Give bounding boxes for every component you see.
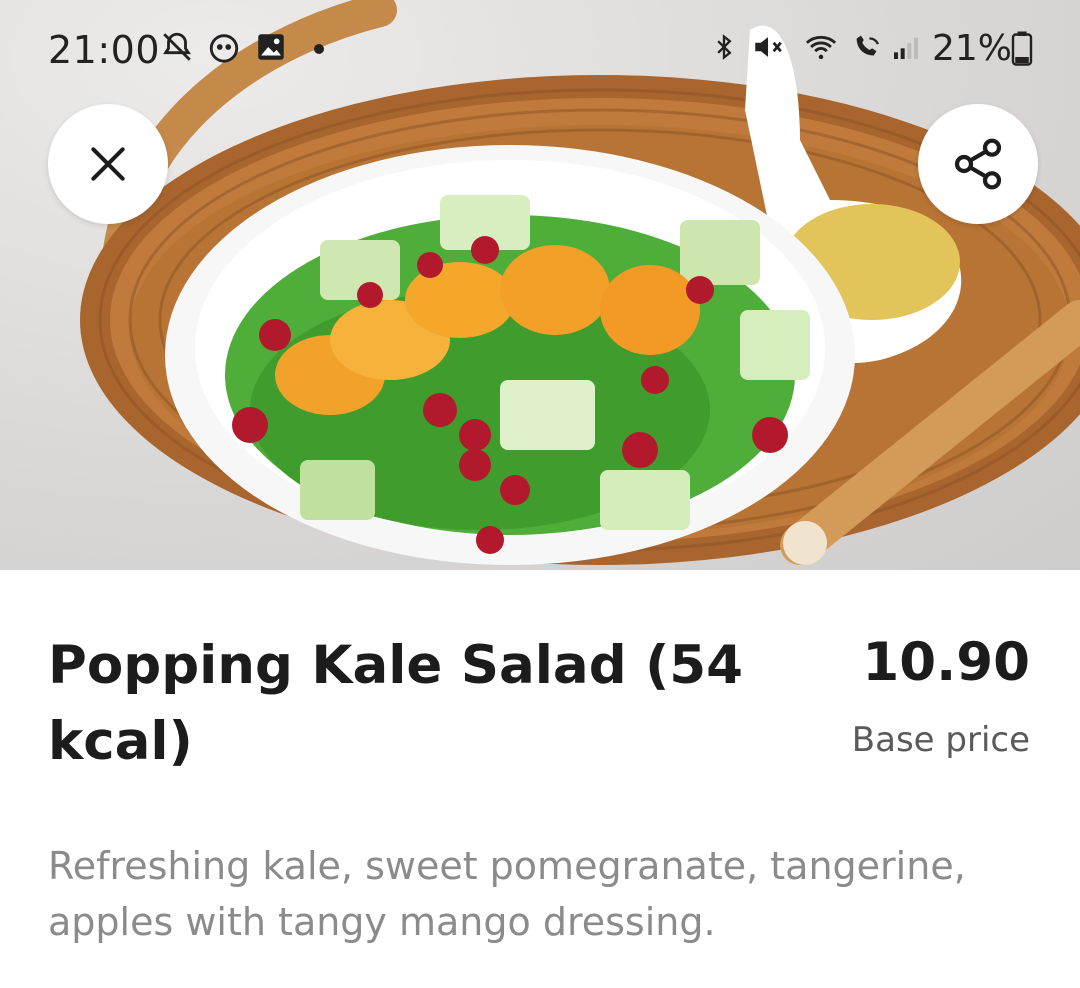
share-button[interactable] [918, 104, 1038, 224]
product-description: Refreshing kale, sweet pomegranate, tang… [48, 844, 966, 944]
close-button[interactable] [48, 104, 168, 224]
battery-percent: 21% [932, 28, 1013, 69]
product-image: 21:00 21% [0, 0, 1080, 570]
signal-icon [894, 37, 918, 59]
status-bar: 21:00 21% [0, 0, 1080, 100]
image-icon [258, 34, 284, 60]
wifi-icon [805, 35, 837, 60]
app-icon [209, 34, 239, 63]
close-icon [91, 147, 125, 181]
wifi-calling-icon [856, 35, 879, 56]
status-time: 21:00 [48, 28, 161, 72]
mute-icon [755, 37, 782, 57]
dot-icon [314, 44, 324, 54]
price-label: Base price [851, 720, 1030, 760]
notifications-off-icon [163, 32, 191, 61]
share-icon [954, 138, 1002, 190]
product-price: 10.90 [862, 632, 1030, 693]
bluetooth-icon [717, 34, 732, 60]
battery-icon [1011, 31, 1033, 66]
product-title: Popping Kale Salad (54 kcal) [48, 635, 744, 772]
